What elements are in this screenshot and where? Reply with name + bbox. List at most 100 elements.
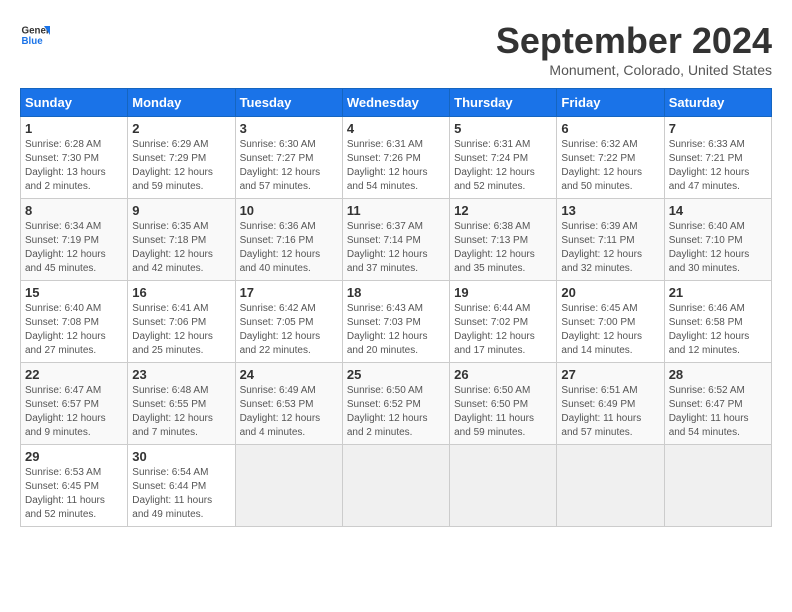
calendar-week-4: 22 Sunrise: 6:47 AMSunset: 6:57 PMDaylig… <box>21 363 772 445</box>
day-info: Sunrise: 6:31 AMSunset: 7:26 PMDaylight:… <box>347 138 445 194</box>
calendar-cell: 18 Sunrise: 6:43 AMSunset: 7:03 PMDaylig… <box>342 281 449 363</box>
calendar-week-3: 15 Sunrise: 6:40 AMSunset: 7:08 PMDaylig… <box>21 281 772 363</box>
calendar-cell: 9 Sunrise: 6:35 AMSunset: 7:18 PMDayligh… <box>128 199 235 281</box>
day-info: Sunrise: 6:48 AMSunset: 6:55 PMDaylight:… <box>132 384 230 440</box>
calendar-cell: 23 Sunrise: 6:48 AMSunset: 6:55 PMDaylig… <box>128 363 235 445</box>
day-number: 30 <box>132 449 230 464</box>
calendar-cell <box>235 445 342 527</box>
day-number: 9 <box>132 203 230 218</box>
title-area: September 2024 Monument, Colorado, Unite… <box>496 20 772 78</box>
day-number: 27 <box>561 367 659 382</box>
day-info: Sunrise: 6:31 AMSunset: 7:24 PMDaylight:… <box>454 138 552 194</box>
calendar-cell: 16 Sunrise: 6:41 AMSunset: 7:06 PMDaylig… <box>128 281 235 363</box>
calendar-cell: 26 Sunrise: 6:50 AMSunset: 6:50 PMDaylig… <box>450 363 557 445</box>
day-number: 19 <box>454 285 552 300</box>
day-info: Sunrise: 6:53 AMSunset: 6:45 PMDaylight:… <box>25 466 123 522</box>
day-info: Sunrise: 6:44 AMSunset: 7:02 PMDaylight:… <box>454 302 552 358</box>
calendar-cell <box>450 445 557 527</box>
day-number: 22 <box>25 367 123 382</box>
calendar-cell: 25 Sunrise: 6:50 AMSunset: 6:52 PMDaylig… <box>342 363 449 445</box>
day-number: 28 <box>669 367 767 382</box>
day-info: Sunrise: 6:50 AMSunset: 6:50 PMDaylight:… <box>454 384 552 440</box>
calendar-cell: 27 Sunrise: 6:51 AMSunset: 6:49 PMDaylig… <box>557 363 664 445</box>
calendar-week-1: 1 Sunrise: 6:28 AMSunset: 7:30 PMDayligh… <box>21 117 772 199</box>
day-number: 26 <box>454 367 552 382</box>
day-info: Sunrise: 6:29 AMSunset: 7:29 PMDaylight:… <box>132 138 230 194</box>
svg-text:Blue: Blue <box>22 36 44 47</box>
calendar-cell <box>664 445 771 527</box>
location-title: Monument, Colorado, United States <box>496 62 772 78</box>
day-number: 6 <box>561 121 659 136</box>
logo-icon: General Blue <box>20 20 50 50</box>
calendar-cell: 19 Sunrise: 6:44 AMSunset: 7:02 PMDaylig… <box>450 281 557 363</box>
calendar-cell <box>342 445 449 527</box>
day-number: 10 <box>240 203 338 218</box>
day-info: Sunrise: 6:46 AMSunset: 6:58 PMDaylight:… <box>669 302 767 358</box>
day-info: Sunrise: 6:40 AMSunset: 7:10 PMDaylight:… <box>669 220 767 276</box>
calendar-cell: 15 Sunrise: 6:40 AMSunset: 7:08 PMDaylig… <box>21 281 128 363</box>
day-number: 14 <box>669 203 767 218</box>
calendar-cell: 14 Sunrise: 6:40 AMSunset: 7:10 PMDaylig… <box>664 199 771 281</box>
day-info: Sunrise: 6:43 AMSunset: 7:03 PMDaylight:… <box>347 302 445 358</box>
calendar-cell: 28 Sunrise: 6:52 AMSunset: 6:47 PMDaylig… <box>664 363 771 445</box>
logo: General Blue <box>20 20 50 50</box>
day-number: 16 <box>132 285 230 300</box>
day-info: Sunrise: 6:38 AMSunset: 7:13 PMDaylight:… <box>454 220 552 276</box>
day-info: Sunrise: 6:28 AMSunset: 7:30 PMDaylight:… <box>25 138 123 194</box>
calendar-week-5: 29 Sunrise: 6:53 AMSunset: 6:45 PMDaylig… <box>21 445 772 527</box>
calendar-cell: 8 Sunrise: 6:34 AMSunset: 7:19 PMDayligh… <box>21 199 128 281</box>
header-monday: Monday <box>128 89 235 117</box>
header-tuesday: Tuesday <box>235 89 342 117</box>
day-number: 7 <box>669 121 767 136</box>
day-info: Sunrise: 6:51 AMSunset: 6:49 PMDaylight:… <box>561 384 659 440</box>
header: General Blue September 2024 Monument, Co… <box>20 20 772 78</box>
calendar-table: Sunday Monday Tuesday Wednesday Thursday… <box>20 88 772 527</box>
calendar-cell <box>557 445 664 527</box>
day-number: 2 <box>132 121 230 136</box>
calendar-week-2: 8 Sunrise: 6:34 AMSunset: 7:19 PMDayligh… <box>21 199 772 281</box>
day-number: 3 <box>240 121 338 136</box>
day-info: Sunrise: 6:40 AMSunset: 7:08 PMDaylight:… <box>25 302 123 358</box>
day-number: 5 <box>454 121 552 136</box>
calendar-cell: 4 Sunrise: 6:31 AMSunset: 7:26 PMDayligh… <box>342 117 449 199</box>
day-number: 8 <box>25 203 123 218</box>
day-info: Sunrise: 6:50 AMSunset: 6:52 PMDaylight:… <box>347 384 445 440</box>
day-number: 4 <box>347 121 445 136</box>
day-number: 11 <box>347 203 445 218</box>
day-info: Sunrise: 6:37 AMSunset: 7:14 PMDaylight:… <box>347 220 445 276</box>
calendar-cell: 2 Sunrise: 6:29 AMSunset: 7:29 PMDayligh… <box>128 117 235 199</box>
calendar-cell: 20 Sunrise: 6:45 AMSunset: 7:00 PMDaylig… <box>557 281 664 363</box>
day-info: Sunrise: 6:47 AMSunset: 6:57 PMDaylight:… <box>25 384 123 440</box>
day-info: Sunrise: 6:34 AMSunset: 7:19 PMDaylight:… <box>25 220 123 276</box>
calendar-cell: 22 Sunrise: 6:47 AMSunset: 6:57 PMDaylig… <box>21 363 128 445</box>
day-info: Sunrise: 6:42 AMSunset: 7:05 PMDaylight:… <box>240 302 338 358</box>
day-info: Sunrise: 6:33 AMSunset: 7:21 PMDaylight:… <box>669 138 767 194</box>
calendar-cell: 12 Sunrise: 6:38 AMSunset: 7:13 PMDaylig… <box>450 199 557 281</box>
day-number: 15 <box>25 285 123 300</box>
calendar-cell: 3 Sunrise: 6:30 AMSunset: 7:27 PMDayligh… <box>235 117 342 199</box>
header-saturday: Saturday <box>664 89 771 117</box>
day-info: Sunrise: 6:39 AMSunset: 7:11 PMDaylight:… <box>561 220 659 276</box>
day-info: Sunrise: 6:32 AMSunset: 7:22 PMDaylight:… <box>561 138 659 194</box>
day-number: 17 <box>240 285 338 300</box>
day-number: 1 <box>25 121 123 136</box>
calendar-cell: 21 Sunrise: 6:46 AMSunset: 6:58 PMDaylig… <box>664 281 771 363</box>
day-number: 29 <box>25 449 123 464</box>
day-number: 20 <box>561 285 659 300</box>
day-number: 13 <box>561 203 659 218</box>
day-number: 24 <box>240 367 338 382</box>
header-wednesday: Wednesday <box>342 89 449 117</box>
calendar-cell: 10 Sunrise: 6:36 AMSunset: 7:16 PMDaylig… <box>235 199 342 281</box>
month-title: September 2024 <box>496 20 772 62</box>
calendar-cell: 24 Sunrise: 6:49 AMSunset: 6:53 PMDaylig… <box>235 363 342 445</box>
calendar-cell: 17 Sunrise: 6:42 AMSunset: 7:05 PMDaylig… <box>235 281 342 363</box>
day-number: 21 <box>669 285 767 300</box>
day-info: Sunrise: 6:30 AMSunset: 7:27 PMDaylight:… <box>240 138 338 194</box>
day-info: Sunrise: 6:35 AMSunset: 7:18 PMDaylight:… <box>132 220 230 276</box>
day-number: 12 <box>454 203 552 218</box>
calendar-cell: 13 Sunrise: 6:39 AMSunset: 7:11 PMDaylig… <box>557 199 664 281</box>
calendar-cell: 6 Sunrise: 6:32 AMSunset: 7:22 PMDayligh… <box>557 117 664 199</box>
day-number: 18 <box>347 285 445 300</box>
header-row: Sunday Monday Tuesday Wednesday Thursday… <box>21 89 772 117</box>
calendar-cell: 11 Sunrise: 6:37 AMSunset: 7:14 PMDaylig… <box>342 199 449 281</box>
